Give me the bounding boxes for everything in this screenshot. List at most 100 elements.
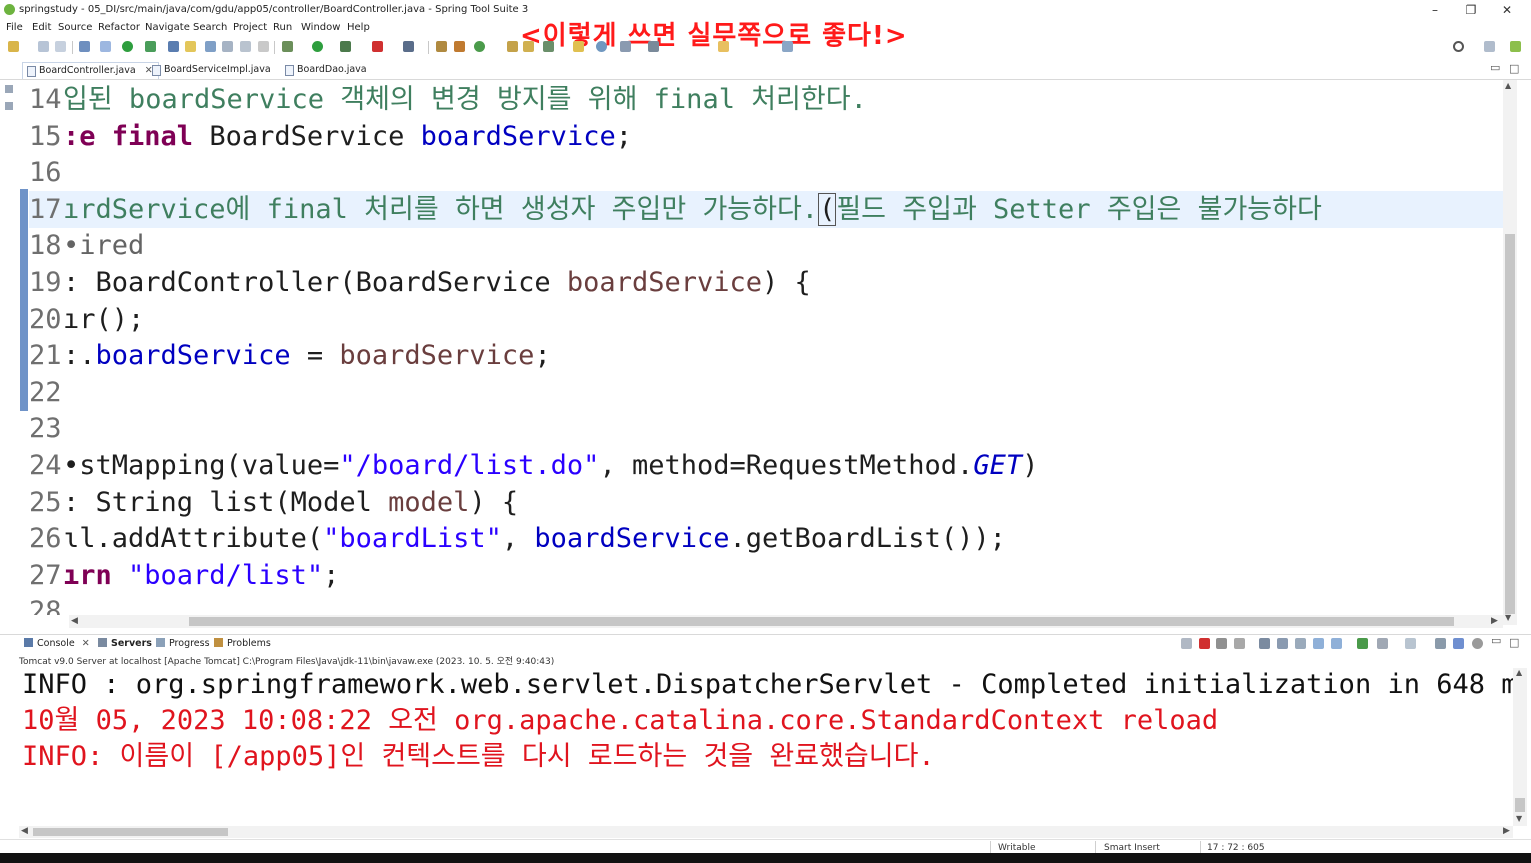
- toggle-icon[interactable]: [205, 41, 216, 52]
- scroll-down-icon[interactable]: ▼: [1505, 613, 1511, 622]
- code-line[interactable]: 25: String list(Model model) {: [29, 484, 1503, 521]
- globe-icon[interactable]: [596, 41, 607, 52]
- open-folder-icon[interactable]: [523, 41, 534, 52]
- close-tab-icon[interactable]: ✕: [82, 638, 90, 649]
- whitespace-icon[interactable]: [240, 41, 251, 52]
- clear-console-icon[interactable]: [1259, 638, 1270, 649]
- code-line[interactable]: 17ırdService에 final 처리를 하면 생성자 주입만 가능하다.…: [29, 190, 1503, 228]
- pilcrow-icon[interactable]: [258, 41, 269, 52]
- open-console-icon[interactable]: [1405, 638, 1416, 649]
- tab-console[interactable]: Console ✕: [24, 638, 90, 649]
- maximize-editor-icon[interactable]: □: [1509, 62, 1519, 75]
- tab-boarddao[interactable]: BoardDao.java: [281, 62, 372, 79]
- code-line[interactable]: 21:.boardService = boardService;: [29, 337, 1503, 374]
- tab-boardcontroller[interactable]: BoardController.java ✕: [22, 62, 159, 79]
- editor-vertical-scrollbar-thumb[interactable]: [1505, 234, 1515, 614]
- editor-horizontal-scrollbar[interactable]: ◀ ▶: [69, 615, 1503, 628]
- code-line[interactable]: 20ır();: [29, 301, 1503, 338]
- stop-icon[interactable]: [372, 41, 383, 52]
- remove-launch-icon[interactable]: [1216, 638, 1227, 649]
- menu-navigate[interactable]: Navigate: [145, 22, 190, 33]
- link-icon[interactable]: [1453, 638, 1464, 649]
- show-on-stdout-icon[interactable]: [1313, 638, 1324, 649]
- show-on-stderr-icon[interactable]: [1331, 638, 1342, 649]
- editor-vertical-scrollbar[interactable]: ▲ ▼: [1503, 80, 1517, 625]
- block-select-icon[interactable]: [222, 41, 233, 52]
- code-line[interactable]: 26ɩl.addAttribute("boardList", boardServ…: [29, 520, 1503, 557]
- pin-icon[interactable]: [648, 41, 659, 52]
- new-java-project-icon[interactable]: [436, 41, 447, 52]
- hierarchy-icon[interactable]: [5, 102, 13, 110]
- tab-progress[interactable]: Progress: [156, 638, 210, 649]
- last-edit-icon[interactable]: [620, 41, 631, 52]
- save-icon[interactable]: [38, 41, 49, 52]
- menu-run[interactable]: Run: [273, 22, 292, 33]
- start-server-icon[interactable]: [122, 41, 133, 52]
- spring-perspective-icon[interactable]: [1510, 41, 1521, 52]
- external-tools-icon[interactable]: [340, 41, 351, 52]
- minimize-button[interactable]: –: [1420, 1, 1450, 19]
- menu-project[interactable]: Project: [233, 22, 267, 33]
- scroll-right-icon[interactable]: ▶: [1503, 826, 1510, 836]
- close-button[interactable]: ✕: [1492, 1, 1522, 19]
- menu-help[interactable]: Help: [347, 22, 370, 33]
- profile-icon[interactable]: [403, 41, 414, 52]
- remove-all-icon[interactable]: [1234, 638, 1245, 649]
- code-editor[interactable]: 14입된 boardService 객체의 변경 방지를 위해 final 처리…: [29, 80, 1503, 615]
- editor-horizontal-scrollbar-thumb[interactable]: [189, 617, 1454, 626]
- tab-problems[interactable]: Problems: [214, 638, 271, 649]
- code-line[interactable]: 19: BoardController(BoardService boardSe…: [29, 264, 1503, 301]
- scroll-up-icon[interactable]: ▲: [1505, 81, 1511, 90]
- terminal-icon[interactable]: [79, 41, 90, 52]
- tab-servers[interactable]: Servers: [98, 638, 152, 649]
- outline-icon[interactable]: [5, 85, 13, 93]
- code-line[interactable]: 28: [29, 593, 1503, 615]
- tab-boardserviceimpl[interactable]: BoardServiceImpl.java: [148, 62, 276, 79]
- menu-source[interactable]: Source: [58, 22, 92, 33]
- minimize-panel-icon[interactable]: ▭: [1491, 634, 1501, 647]
- search-task-icon[interactable]: [543, 41, 554, 52]
- scroll-down-icon[interactable]: ▼: [1516, 814, 1522, 823]
- display-console-icon[interactable]: [1377, 638, 1388, 649]
- next-annotation-icon[interactable]: [573, 41, 584, 52]
- menu-search[interactable]: Search: [193, 22, 227, 33]
- menu-file[interactable]: File: [6, 22, 23, 33]
- refresh-icon[interactable]: [145, 41, 156, 52]
- menu-window[interactable]: Window: [301, 22, 340, 33]
- run-icon[interactable]: [312, 41, 323, 52]
- code-line[interactable]: 15:e final BoardService boardService;: [29, 118, 1503, 155]
- console-vertical-scrollbar-thumb[interactable]: [1515, 798, 1525, 812]
- new-icon[interactable]: [8, 41, 19, 52]
- back-icon[interactable]: [718, 41, 729, 52]
- minimize-editor-icon[interactable]: ▭: [1490, 61, 1500, 74]
- scroll-up-icon[interactable]: ▲: [1516, 668, 1522, 677]
- code-line[interactable]: 27ırn "board/list";: [29, 557, 1503, 594]
- open-task-icon[interactable]: [507, 41, 518, 52]
- search-icon[interactable]: [1453, 41, 1464, 52]
- code-line[interactable]: 16: [29, 154, 1503, 191]
- code-line[interactable]: 24•stMapping(value="/board/list.do", met…: [29, 447, 1503, 484]
- console-horizontal-scrollbar[interactable]: ◀ ▶: [19, 826, 1513, 838]
- scroll-right-icon[interactable]: ▶: [1491, 616, 1498, 626]
- save-all-icon[interactable]: [55, 41, 66, 52]
- code-line[interactable]: 22: [29, 374, 1503, 411]
- code-line[interactable]: 23: [29, 410, 1503, 447]
- relaunch-icon[interactable]: [1181, 638, 1192, 649]
- restore-button[interactable]: ❐: [1456, 1, 1486, 19]
- open-type-icon[interactable]: [168, 41, 179, 52]
- open-perspective-icon[interactable]: [1484, 41, 1495, 52]
- menu-edit[interactable]: Edit: [32, 22, 51, 33]
- maximize-panel-icon[interactable]: □: [1509, 636, 1519, 649]
- console-horizontal-scrollbar-thumb[interactable]: [33, 828, 228, 836]
- new-class-icon[interactable]: [474, 41, 485, 52]
- console-vertical-scrollbar[interactable]: ▲ ▼: [1513, 668, 1527, 826]
- code-line[interactable]: 18•ired: [29, 227, 1503, 264]
- view-menu-icon[interactable]: [1435, 638, 1446, 649]
- code-line[interactable]: 14입된 boardService 객체의 변경 방지를 위해 final 처리…: [29, 81, 1503, 118]
- menu-refactor[interactable]: Refactor: [98, 22, 140, 33]
- pin-console-icon[interactable]: [1357, 638, 1368, 649]
- console-output[interactable]: INFO : org.springframework.web.servlet.D…: [19, 668, 1513, 826]
- terminate-icon[interactable]: [1199, 638, 1210, 649]
- select-icon[interactable]: [100, 41, 111, 52]
- scroll-left-icon[interactable]: ◀: [71, 616, 78, 626]
